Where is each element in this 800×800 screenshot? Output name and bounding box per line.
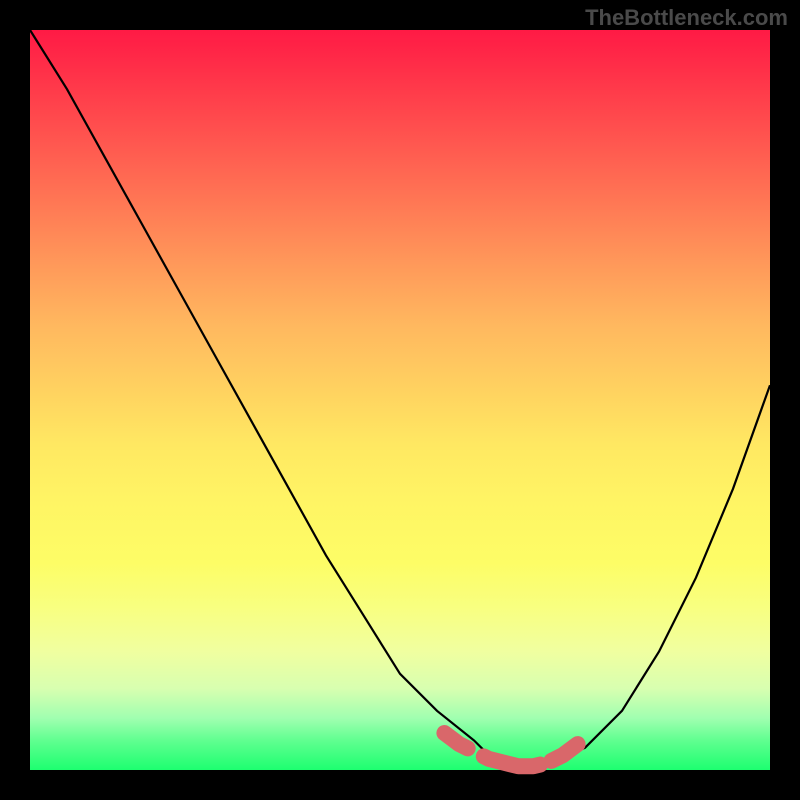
bottleneck-curve: [30, 30, 770, 770]
bottleneck-curve-svg: [30, 30, 770, 770]
optimal-range-marker: [444, 733, 577, 766]
watermark-text: TheBottleneck.com: [585, 5, 788, 31]
chart-plot-area: [30, 30, 770, 770]
